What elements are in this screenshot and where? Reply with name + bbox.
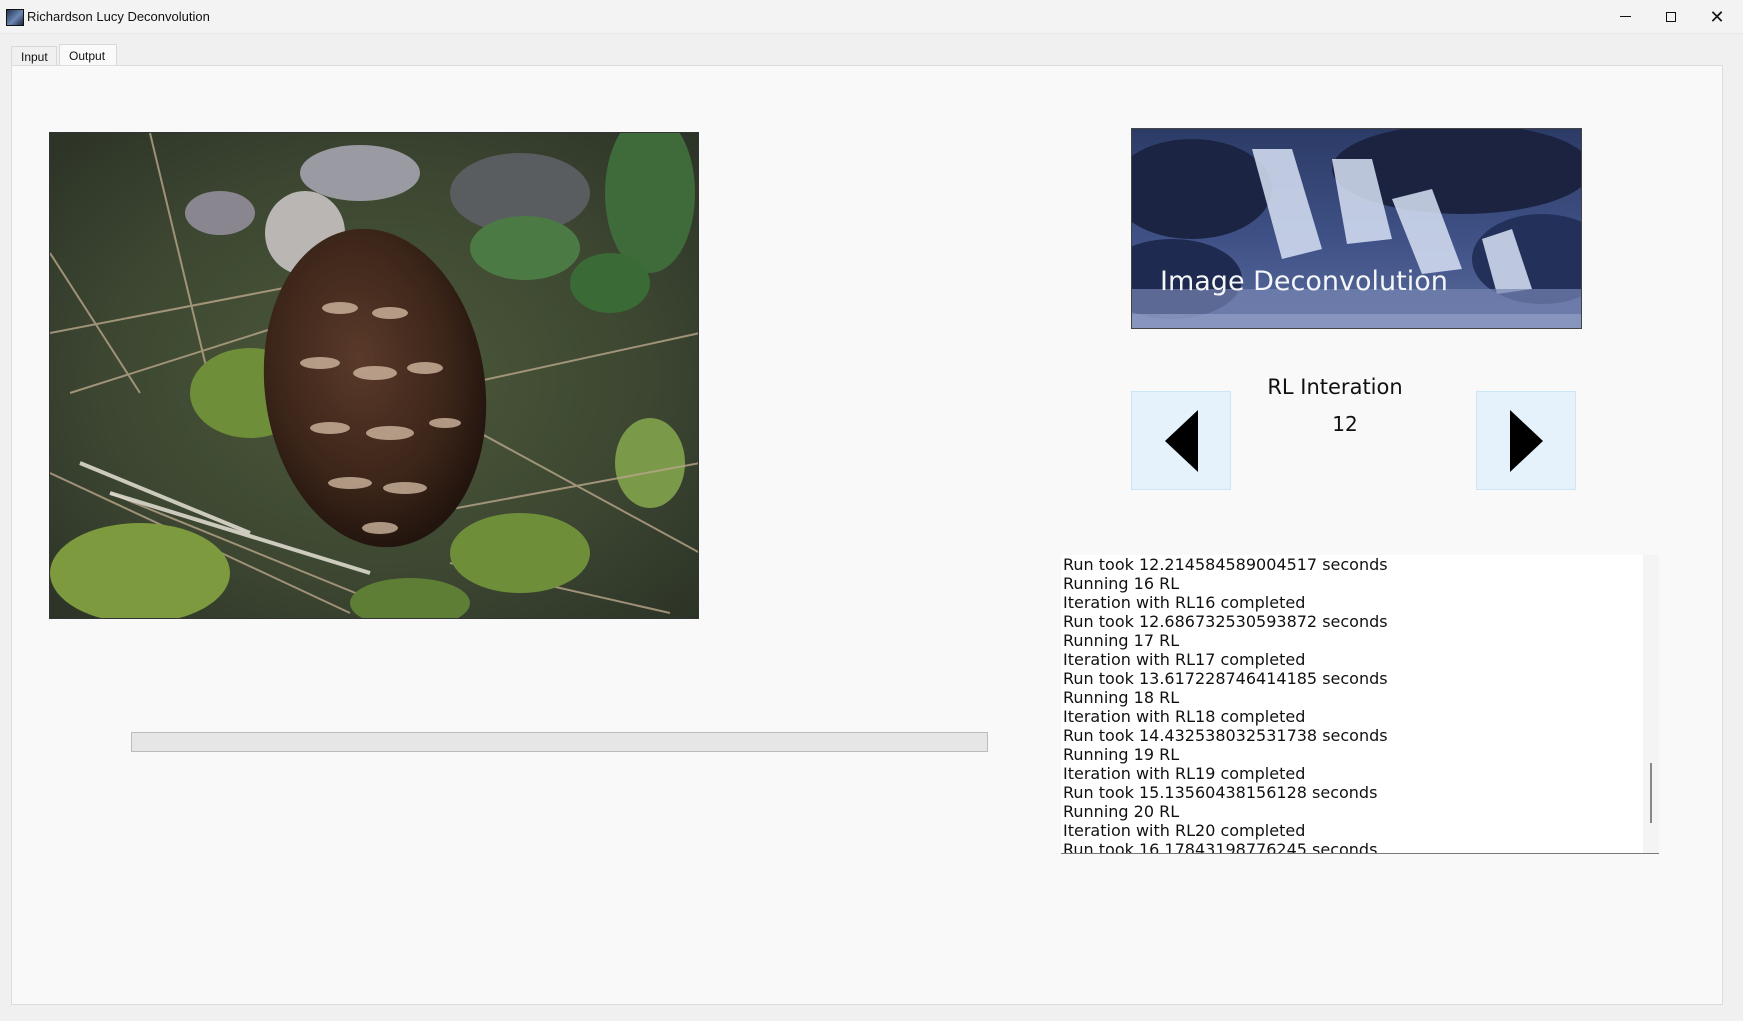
arrow-left-icon bbox=[1165, 410, 1198, 472]
log-line: Iteration with RL19 completed bbox=[1063, 764, 1306, 783]
log-output[interactable]: Run took 12.214584589004517 seconds Runni… bbox=[1061, 555, 1659, 854]
close-icon: ✕ bbox=[1709, 6, 1725, 27]
waterfall-image bbox=[1132, 129, 1581, 328]
rl-iteration-value: 12 bbox=[1332, 412, 1358, 436]
app-icon bbox=[6, 9, 24, 26]
log-line: Running 20 RL bbox=[1063, 802, 1180, 821]
log-line: Iteration with RL16 completed bbox=[1063, 593, 1306, 612]
output-image bbox=[49, 132, 699, 619]
title-bar[interactable]: Richardson Lucy Deconvolution ✕ bbox=[0, 0, 1743, 34]
log-lines: Run took 12.214584589004517 seconds Runni… bbox=[1063, 555, 1388, 854]
minimize-icon bbox=[1619, 16, 1631, 17]
close-button[interactable]: ✕ bbox=[1694, 0, 1740, 33]
log-line: Running 16 RL bbox=[1063, 574, 1180, 593]
log-line: Run took 16.17843198776245 seconds bbox=[1063, 840, 1378, 854]
previous-iteration-button[interactable] bbox=[1131, 391, 1231, 490]
log-line: Run took 13.617228746414185 seconds bbox=[1063, 669, 1388, 688]
scrollbar-thumb[interactable] bbox=[1650, 763, 1652, 823]
log-line: Run took 12.214584589004517 seconds bbox=[1063, 555, 1388, 574]
maximize-button[interactable] bbox=[1648, 0, 1694, 33]
log-line: Iteration with RL18 completed bbox=[1063, 707, 1306, 726]
log-line: Running 17 RL bbox=[1063, 631, 1180, 650]
log-line: Iteration with RL17 completed bbox=[1063, 650, 1306, 669]
log-line: Run took 14.432538032531738 seconds bbox=[1063, 726, 1388, 745]
progress-bar bbox=[131, 732, 988, 752]
banner: Image Deconvolution bbox=[1131, 128, 1582, 329]
arrow-right-icon bbox=[1510, 410, 1543, 472]
window-title: Richardson Lucy Deconvolution bbox=[27, 9, 210, 24]
log-scrollbar[interactable] bbox=[1643, 555, 1659, 853]
pine-cone-image bbox=[50, 133, 698, 618]
tab-output[interactable]: Output bbox=[59, 44, 117, 66]
rl-iteration-label: RL Interation bbox=[1267, 375, 1403, 399]
log-line: Iteration with RL20 completed bbox=[1063, 821, 1306, 840]
maximize-icon bbox=[1666, 11, 1676, 22]
minimize-button[interactable] bbox=[1602, 0, 1648, 33]
next-iteration-button[interactable] bbox=[1476, 391, 1576, 490]
tab-input[interactable]: Input bbox=[11, 46, 57, 66]
app-window: Richardson Lucy Deconvolution ✕ Input Ou… bbox=[0, 0, 1743, 1021]
banner-title: Image Deconvolution bbox=[1160, 266, 1448, 297]
log-line: Running 19 RL bbox=[1063, 745, 1180, 764]
log-line: Running 18 RL bbox=[1063, 688, 1180, 707]
log-line: Run took 12.686732530593872 seconds bbox=[1063, 612, 1388, 631]
log-line: Run took 15.13560438156128 seconds bbox=[1063, 783, 1378, 802]
